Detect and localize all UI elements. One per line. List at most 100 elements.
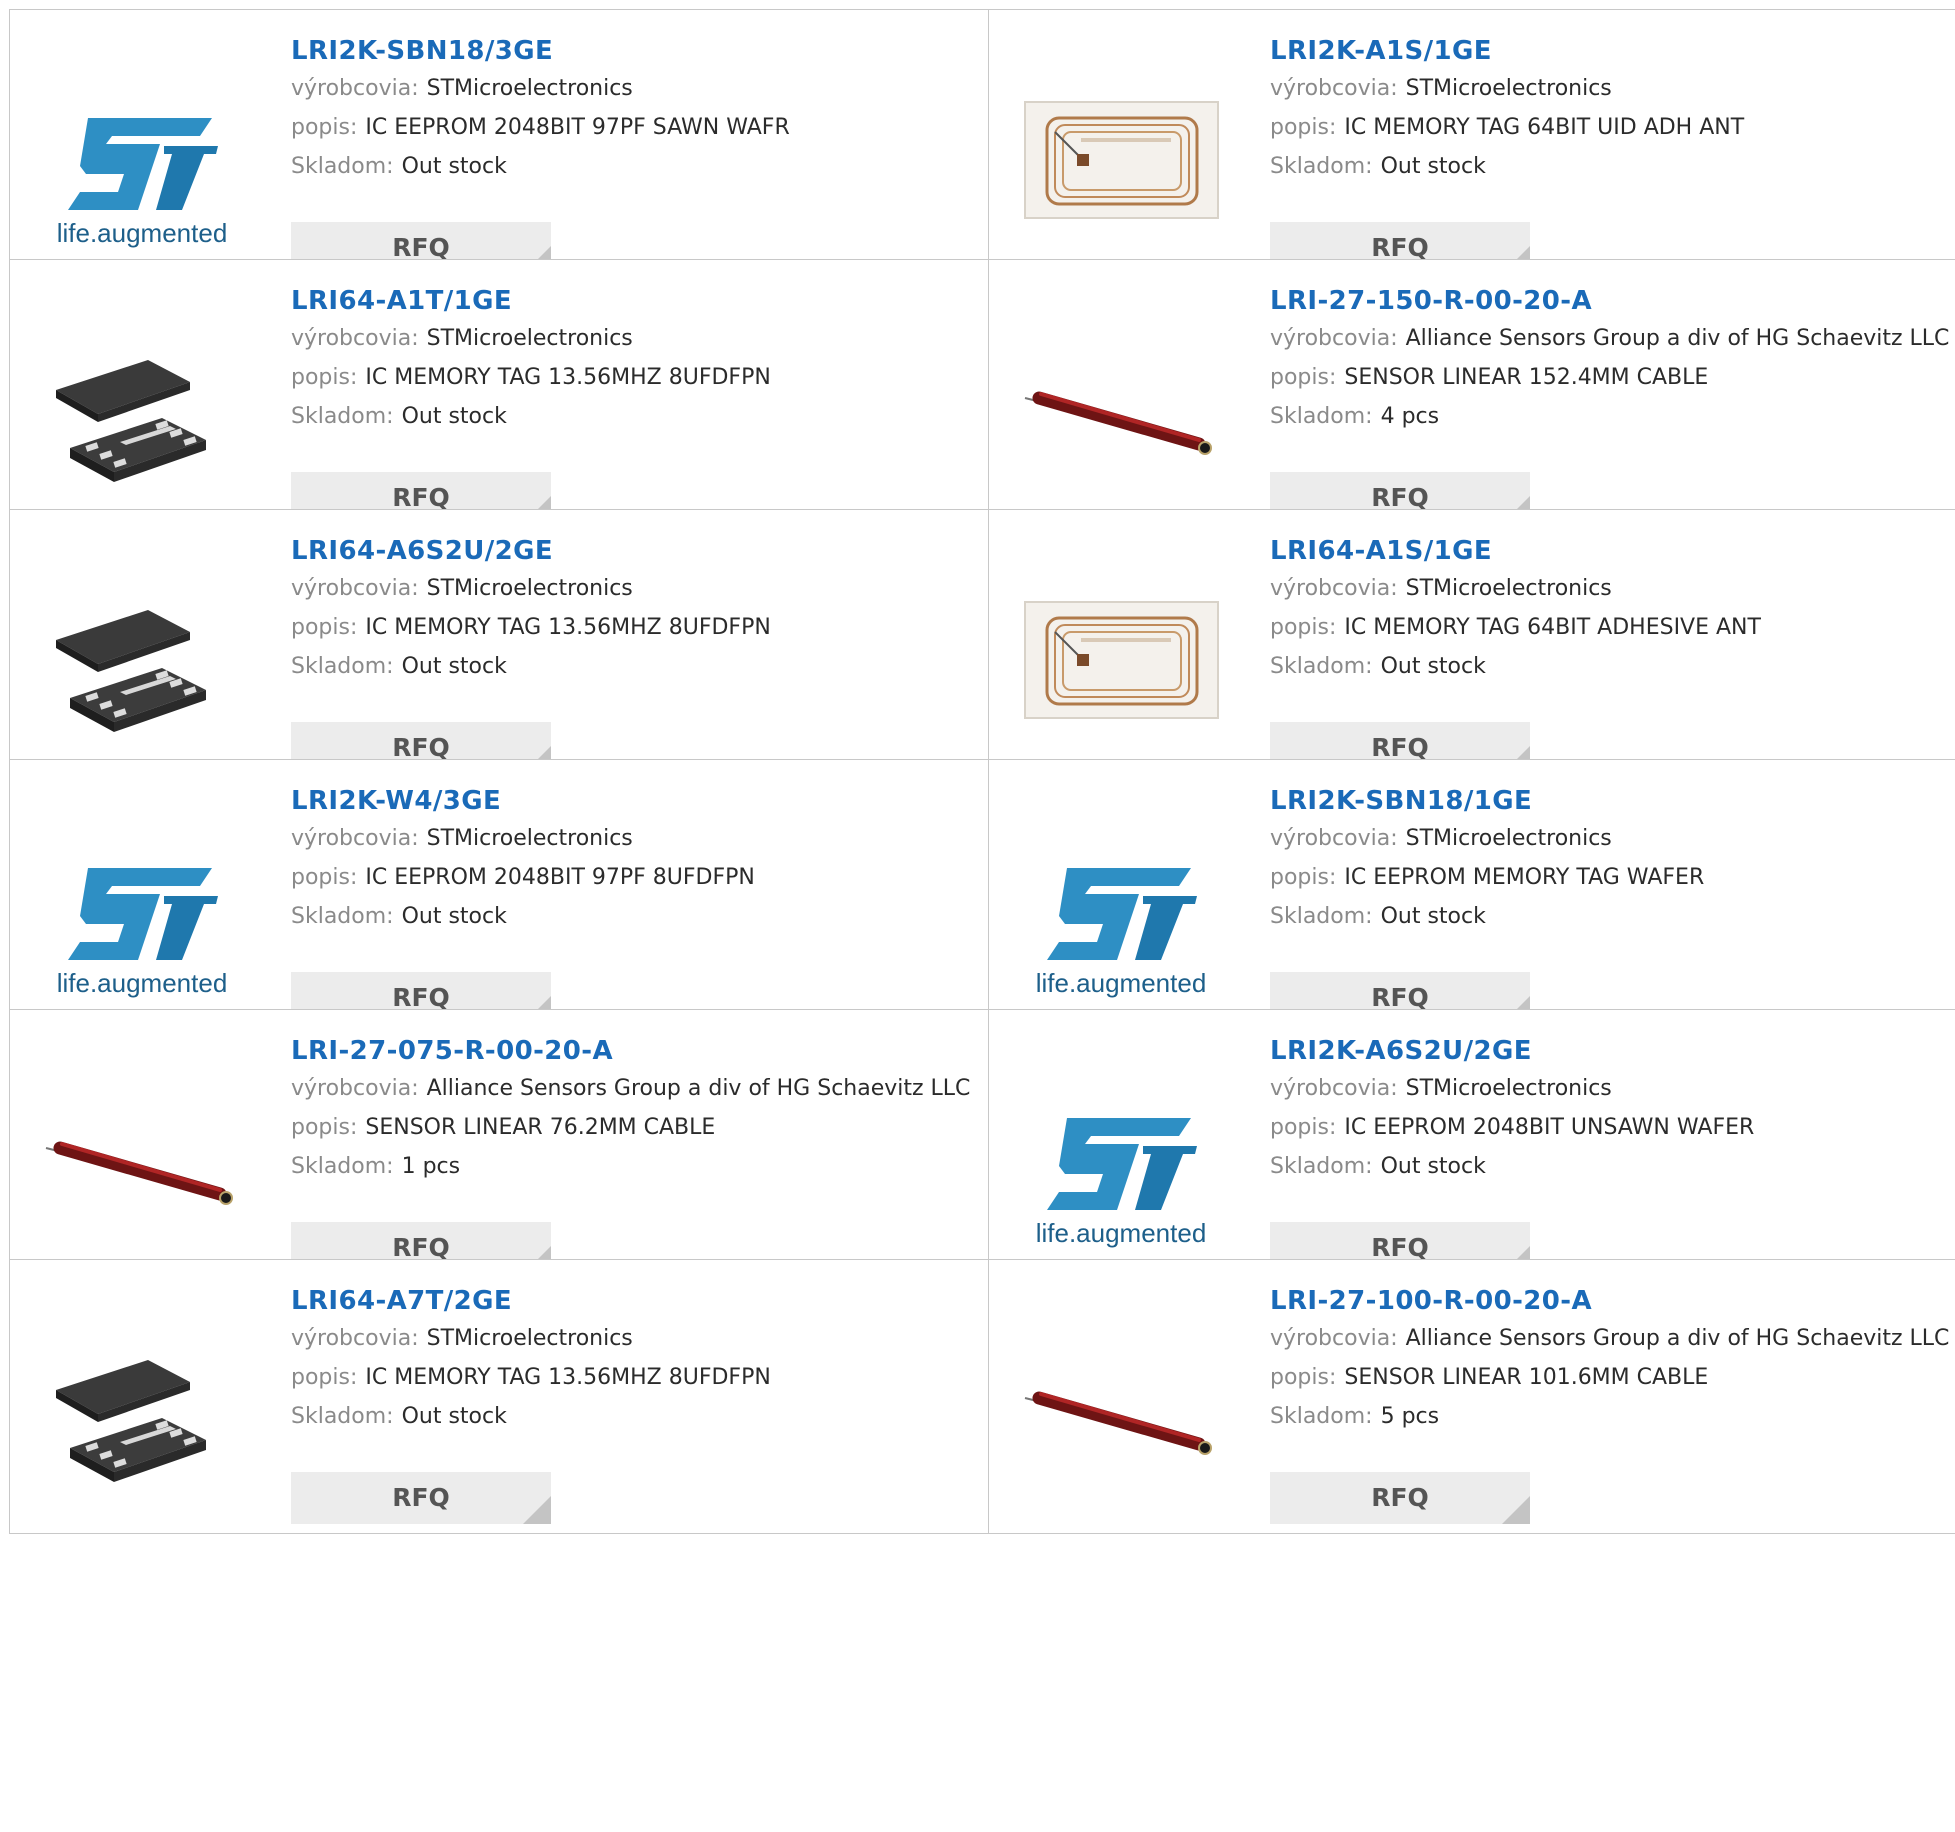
description-label: popis: — [1270, 1115, 1337, 1140]
manufacturer-value: STMicroelectronics — [426, 326, 633, 351]
description-row: popis: IC MEMORY TAG 13.56MHZ 8UFDFPN — [291, 359, 988, 396]
product-image[interactable] — [40, 1310, 245, 1515]
manufacturer-value: STMicroelectronics — [426, 76, 633, 101]
description-value: IC MEMORY TAG 64BIT ADHESIVE ANT — [1344, 615, 1761, 640]
manufacturer-value: STMicroelectronics — [1405, 576, 1612, 601]
product-info: LRI2K-A6S2U/2GE výrobcovia: STMicroelectr… — [1270, 1034, 1955, 1274]
product-info: LRI-27-100-R-00-20-A výrobcovia: Alliance… — [1270, 1284, 1955, 1524]
rfq-label: RFQ — [392, 1483, 450, 1512]
manufacturer-value: STMicroelectronics — [1405, 826, 1612, 851]
description-row: popis: IC EEPROM 2048BIT UNSAWN WAFER — [1270, 1109, 1955, 1146]
description-label: popis: — [1270, 615, 1337, 640]
description-label: popis: — [291, 865, 358, 890]
part-number-link[interactable]: LRI2K-A1S/1GE — [1270, 34, 1492, 68]
manufacturer-row: výrobcovia: STMicroelectronics — [1270, 70, 1955, 107]
description-row: popis: IC MEMORY TAG 64BIT ADHESIVE ANT — [1270, 609, 1955, 646]
product-grid: life.augmented LRI2K-SBN18/3GE výrobcovi… — [0, 0, 1955, 1832]
manufacturer-label: výrobcovia: — [291, 1076, 419, 1101]
st-logo-text: life.augmented — [57, 968, 228, 998]
rfq-corner-decoration — [523, 1496, 551, 1524]
part-number-link[interactable]: LRI64-A6S2U/2GE — [291, 534, 553, 568]
description-label: popis: — [1270, 365, 1337, 390]
stock-label: Skladom: — [1270, 904, 1373, 929]
product-image[interactable] — [40, 310, 245, 515]
product-info: LRI2K-SBN18/1GE výrobcovia: STMicroelectr… — [1270, 784, 1955, 1024]
product-image[interactable] — [1019, 560, 1224, 765]
product-image[interactable] — [1019, 310, 1224, 515]
manufacturer-row: výrobcovia: Alliance Sensors Group a div … — [1270, 320, 1955, 357]
linear-sensor-icon — [1024, 1391, 1212, 1455]
description-label: popis: — [291, 365, 358, 390]
manufacturer-value: Alliance Sensors Group a div of HG Schae… — [426, 1076, 971, 1101]
rfq-label: RFQ — [392, 1233, 450, 1262]
rfq-label: RFQ — [392, 483, 450, 512]
st-logo-text: life.augmented — [1036, 968, 1207, 998]
rfq-button[interactable]: RFQ — [1270, 1472, 1530, 1524]
stock-row: Skladom: 5 pcs — [1270, 1398, 1955, 1435]
rfq-label: RFQ — [392, 983, 450, 1012]
description-row: popis: IC EEPROM 2048BIT 97PF 8UFDFPN — [291, 859, 988, 896]
part-number-link[interactable]: LRI64-A1S/1GE — [1270, 534, 1492, 568]
stock-value: Out stock — [1380, 904, 1486, 929]
part-number-link[interactable]: LRI2K-SBN18/1GE — [1270, 784, 1532, 818]
rfq-label: RFQ — [1371, 733, 1429, 762]
stock-row: Skladom: 4 pcs — [1270, 398, 1955, 435]
rfq-label: RFQ — [1371, 1233, 1429, 1262]
rfq-button[interactable]: RFQ — [291, 1472, 551, 1524]
manufacturer-label: výrobcovia: — [1270, 76, 1398, 101]
part-number-link[interactable]: LRI-27-075-R-00-20-A — [291, 1034, 613, 1068]
chip-package-icon — [56, 360, 206, 482]
product-card: life.augmented LRI2K-SBN18/3GE výrobcovi… — [9, 9, 989, 284]
chip-package-icon — [56, 1360, 206, 1482]
part-number-link[interactable]: LRI2K-SBN18/3GE — [291, 34, 553, 68]
description-label: popis: — [1270, 1365, 1337, 1390]
stock-value: Out stock — [401, 1404, 507, 1429]
part-number-link[interactable]: LRI2K-W4/3GE — [291, 784, 501, 818]
description-label: popis: — [291, 1365, 358, 1390]
stock-value: 1 pcs — [401, 1154, 461, 1179]
manufacturer-row: výrobcovia: STMicroelectronics — [291, 820, 988, 857]
description-label: popis: — [291, 1115, 358, 1140]
description-value: SENSOR LINEAR 152.4MM CABLE — [1344, 365, 1709, 390]
description-row: popis: IC EEPROM 2048BIT 97PF SAWN WAFR — [291, 109, 988, 146]
product-info: LRI2K-W4/3GE výrobcovia: STMicroelectroni… — [291, 784, 988, 1024]
rfq-corner-decoration — [1502, 1496, 1530, 1524]
description-row: popis: IC EEPROM MEMORY TAG WAFER — [1270, 859, 1955, 896]
part-number-link[interactable]: LRI64-A1T/1GE — [291, 284, 512, 318]
part-number-link[interactable]: LRI64-A7T/2GE — [291, 1284, 512, 1318]
stock-value: Out stock — [401, 154, 507, 179]
stock-row: Skladom: Out stock — [291, 398, 988, 435]
manufacturer-value: Alliance Sensors Group a div of HG Schae… — [1405, 326, 1950, 351]
rfq-label: RFQ — [392, 233, 450, 262]
product-image[interactable]: life.augmented — [1019, 810, 1224, 1015]
product-card: life.augmented LRI2K-W4/3GE výrobcovia: S… — [9, 759, 989, 1034]
description-row: popis: SENSOR LINEAR 101.6MM CABLE — [1270, 1359, 1955, 1396]
product-info: LRI64-A7T/2GE výrobcovia: STMicroelectron… — [291, 1284, 988, 1524]
rfid-tag-icon — [1024, 601, 1219, 719]
product-image[interactable]: life.augmented — [40, 60, 245, 265]
product-image[interactable]: life.augmented — [1019, 1060, 1224, 1265]
manufacturer-label: výrobcovia: — [1270, 1326, 1398, 1351]
product-card: LRI-27-075-R-00-20-A výrobcovia: Alliance… — [9, 1009, 989, 1284]
stock-row: Skladom: Out stock — [291, 648, 988, 685]
product-image[interactable] — [1019, 1310, 1224, 1515]
product-image[interactable] — [1019, 60, 1224, 265]
stock-value: 5 pcs — [1380, 1404, 1440, 1429]
product-image[interactable] — [40, 1060, 245, 1265]
description-row: popis: IC MEMORY TAG 13.56MHZ 8UFDFPN — [291, 1359, 988, 1396]
part-number-link[interactable]: LRI-27-150-R-00-20-A — [1270, 284, 1592, 318]
product-image[interactable]: life.augmented — [40, 810, 245, 1015]
stock-value: Out stock — [1380, 154, 1486, 179]
product-image[interactable] — [40, 560, 245, 765]
description-row: popis: IC MEMORY TAG 64BIT UID ADH ANT — [1270, 109, 1955, 146]
description-value: SENSOR LINEAR 76.2MM CABLE — [365, 1115, 716, 1140]
description-value: IC MEMORY TAG 13.56MHZ 8UFDFPN — [365, 615, 771, 640]
part-number-link[interactable]: LRI2K-A6S2U/2GE — [1270, 1034, 1532, 1068]
description-label: popis: — [1270, 115, 1337, 140]
stock-value: Out stock — [401, 404, 507, 429]
st-logo-icon: life.augmented — [1036, 868, 1207, 998]
rfq-label: RFQ — [392, 733, 450, 762]
part-number-link[interactable]: LRI-27-100-R-00-20-A — [1270, 1284, 1592, 1318]
manufacturer-label: výrobcovia: — [1270, 326, 1398, 351]
manufacturer-label: výrobcovia: — [1270, 826, 1398, 851]
